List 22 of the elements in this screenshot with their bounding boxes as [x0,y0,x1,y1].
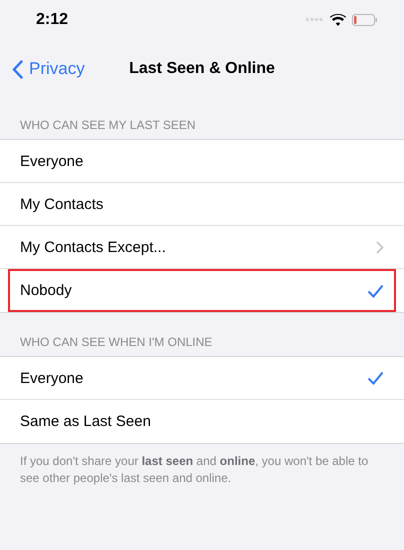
back-button[interactable]: Privacy [12,59,85,79]
list-row[interactable]: Same as Last Seen [0,400,404,443]
list-row[interactable]: My Contacts Except... [0,226,404,269]
section-footer: If you don't share your last seen and online, you won't be able to see other people's last seen and online. [0,444,404,496]
list-row[interactable]: My Contacts [0,183,404,226]
status-time: 2:12 [36,11,68,29]
row-label: Same as Last Seen [20,413,151,430]
screen-title: Last Seen & Online [129,60,275,77]
section-header: WHO CAN SEE WHEN I'M ONLINE [19,334,214,351]
row-label: Everyone [20,152,84,170]
row-label: My Contacts [20,196,104,212]
back-chevron-icon [12,60,23,78]
list-row[interactable]: Nobody [8,269,396,312]
row-label: Everyone [20,370,84,386]
battery-icon [352,14,378,26]
chevron-icon [376,240,384,254]
section-header: WHO CAN SEE MY LAST SEEN [19,117,197,134]
wifi-icon [330,14,346,26]
row-label: Nobody [20,282,72,299]
list-row[interactable]: Everyone [0,357,404,400]
list-row[interactable]: Everyone [0,140,404,183]
row-label: My Contacts Except... [20,238,166,256]
